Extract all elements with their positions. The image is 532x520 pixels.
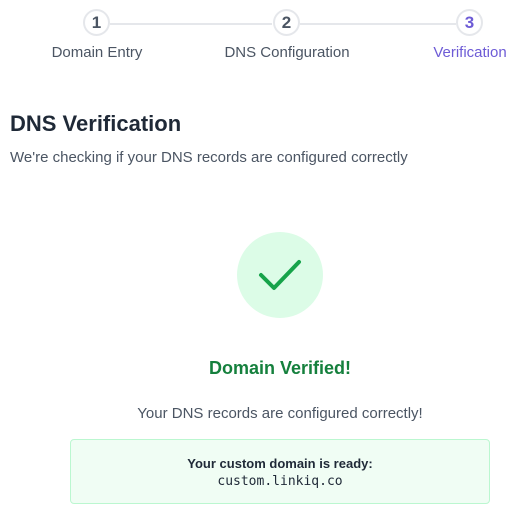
- page-subtitle: We're checking if your DNS records are c…: [10, 149, 408, 166]
- step-connector-2: [300, 23, 456, 25]
- success-badge: [237, 232, 323, 318]
- verification-status-title: Domain Verified!: [208, 358, 352, 378]
- step-2-circle[interactable]: 2: [273, 9, 300, 36]
- page-title: DNS Verification: [10, 111, 182, 136]
- step-2-label: DNS Configuration: [224, 44, 350, 61]
- step-1-label: Domain Entry: [51, 44, 143, 61]
- verification-status-message: Your DNS records are configured correctl…: [137, 405, 423, 422]
- custom-domain-ready-box: Your custom domain is ready: custom.link…: [70, 439, 490, 504]
- dns-verification-page: 1 Domain Entry 2 DNS Configuration 3 Ver…: [0, 0, 532, 520]
- step-3-circle[interactable]: 3: [456, 9, 483, 36]
- step-connector-1: [110, 23, 272, 25]
- custom-domain-value: custom.linkiq.co: [217, 474, 343, 489]
- step-1-circle[interactable]: 1: [83, 9, 110, 36]
- custom-domain-ready-label: Your custom domain is ready:: [187, 456, 373, 471]
- progress-stepper: 1 Domain Entry 2 DNS Configuration 3 Ver…: [0, 0, 532, 80]
- checkmark-icon: [259, 260, 301, 290]
- step-3-label: Verification: [433, 44, 507, 61]
